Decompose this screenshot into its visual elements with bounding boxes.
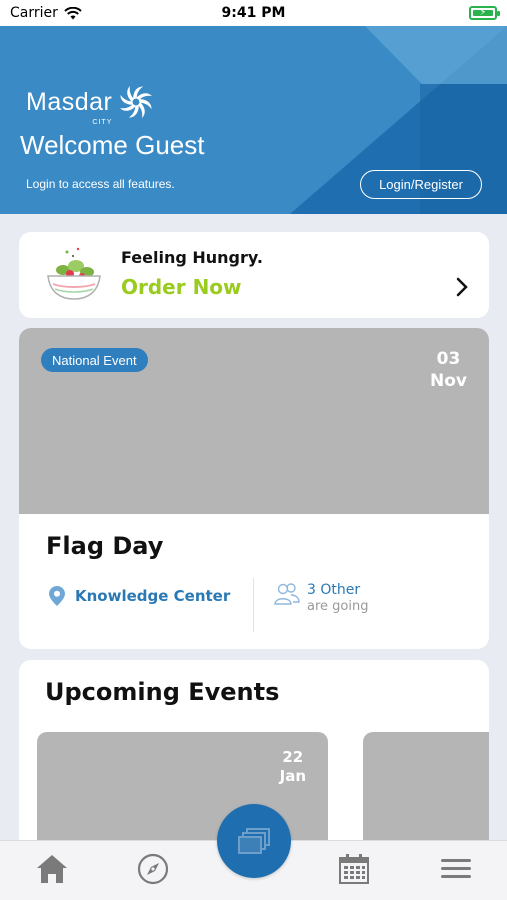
explore-tab[interactable] xyxy=(133,849,173,889)
carrier-label: Carrier xyxy=(10,5,58,21)
wifi-icon xyxy=(64,6,82,19)
menu-icon xyxy=(441,859,471,878)
login-register-button[interactable]: Login/Register xyxy=(360,170,482,199)
salad-bowl-icon xyxy=(47,247,101,300)
calendar-tab[interactable] xyxy=(334,849,374,889)
event-month: Nov xyxy=(430,371,467,391)
login-hint-text: Login to access all features. xyxy=(26,177,175,191)
attendees-label: are going xyxy=(307,599,369,614)
attendees-count: 3 Other xyxy=(307,582,361,598)
upcoming-events-heading: Upcoming Events xyxy=(45,678,280,706)
order-food-card[interactable]: Feeling Hungry. Order Now xyxy=(19,232,489,318)
masdar-logo: Masdar CITY xyxy=(26,82,156,126)
status-time: 9:41 PM xyxy=(221,5,286,21)
chevron-right-icon[interactable] xyxy=(455,276,469,304)
status-left: Carrier xyxy=(10,5,82,21)
order-now-link[interactable]: Order Now xyxy=(121,275,242,299)
featured-event-card[interactable]: National Event 03 Nov Flag Day Knowledge… xyxy=(19,328,489,649)
logo-subtext: CITY xyxy=(92,118,113,126)
gallery-icon xyxy=(238,828,270,854)
compass-icon xyxy=(137,853,169,885)
menu-tab[interactable] xyxy=(436,849,476,889)
event-location-label: Knowledge Center xyxy=(75,587,231,605)
event-title: Flag Day xyxy=(46,532,164,560)
divider xyxy=(253,578,254,632)
calendar-icon xyxy=(339,854,369,884)
home-tab[interactable] xyxy=(32,849,72,889)
logo-text: Masdar CITY xyxy=(26,87,113,126)
status-bar: Carrier 9:41 PM ⚡ xyxy=(0,0,507,26)
home-icon xyxy=(37,855,67,883)
event-location[interactable]: Knowledge Center xyxy=(49,586,230,606)
logo-swirl-icon xyxy=(120,86,153,118)
upcoming-event-day: 22 xyxy=(282,748,304,766)
attendees-text: 3 Other are going xyxy=(307,582,368,615)
event-image-placeholder: National Event 03 Nov xyxy=(19,328,489,514)
event-date: 03 Nov xyxy=(430,348,467,392)
attendees-icon xyxy=(274,583,300,605)
event-attendees[interactable]: 3 Other are going xyxy=(274,582,368,615)
battery-icon: ⚡ xyxy=(469,6,500,20)
order-card-title: Feeling Hungry. xyxy=(121,248,263,267)
location-pin-icon xyxy=(49,586,65,606)
gallery-fab-button[interactable] xyxy=(217,804,291,878)
event-day: 03 xyxy=(436,349,461,369)
event-category-badge: National Event xyxy=(41,348,148,372)
welcome-heading: Welcome Guest xyxy=(20,130,205,160)
upcoming-event-date: 22 Jan xyxy=(280,748,306,786)
header-banner: Masdar CITY Welcome Guest Login to acces… xyxy=(0,26,507,214)
upcoming-event-month: Jan xyxy=(279,767,306,785)
